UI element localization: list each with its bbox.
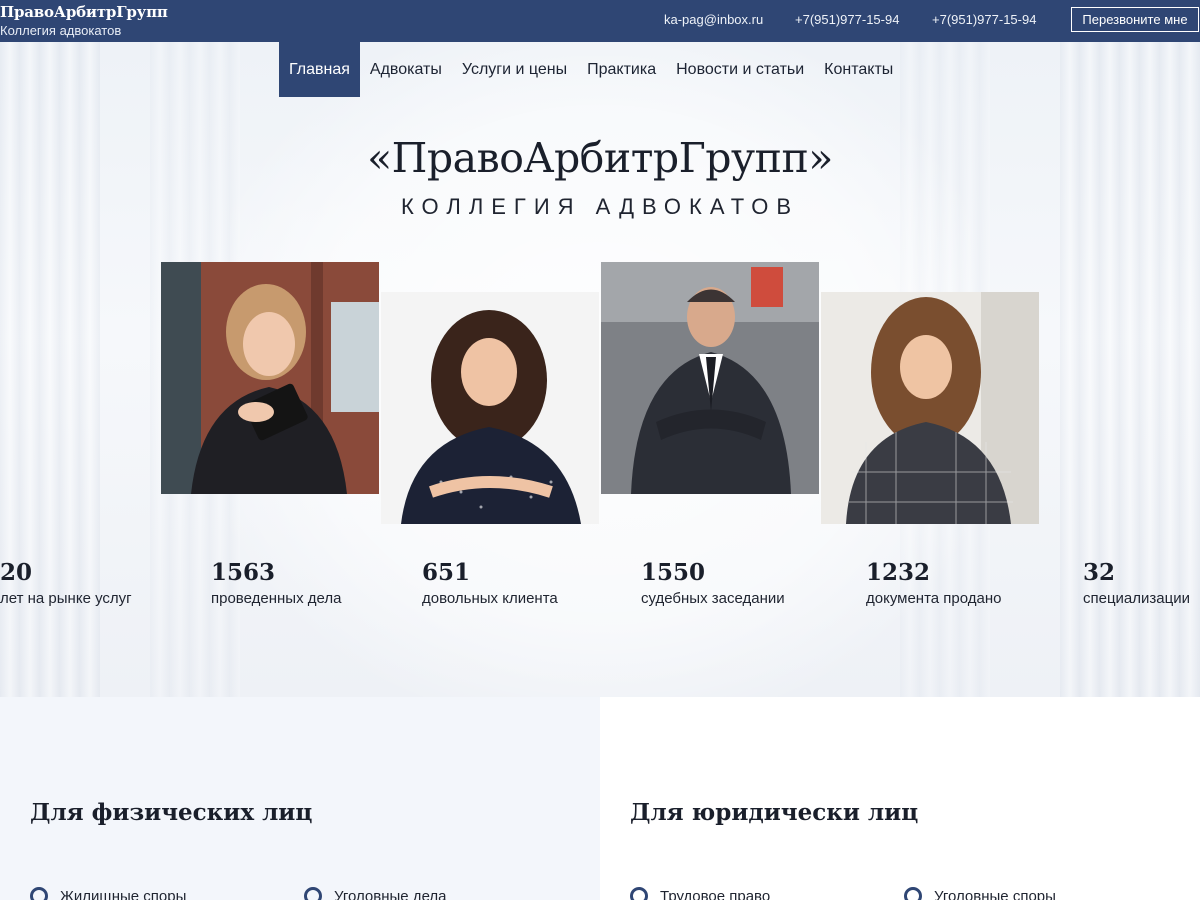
nav-item-home[interactable]: Главная	[279, 42, 360, 97]
lawyer-photo-2[interactable]	[381, 292, 599, 524]
nav-item-lawyers[interactable]: Адвокаты	[360, 42, 452, 97]
ring-bullet-icon	[630, 887, 648, 900]
service-item[interactable]: Трудовое право	[630, 887, 770, 900]
contact-phone-1[interactable]: +7(951)977-15-94	[795, 12, 899, 27]
stat-cases: 1563 проведенных дела	[211, 559, 342, 608]
stat-label: документа продано	[866, 590, 1002, 607]
stat-value: 20	[0, 559, 33, 586]
contact-email[interactable]: ka-pag@inbox.ru	[664, 12, 763, 27]
stat-value: 32	[1083, 559, 1116, 586]
contact-phone-2[interactable]: +7(951)977-15-94	[932, 12, 1036, 27]
stat-value: 1550	[641, 559, 706, 586]
ring-bullet-icon	[304, 887, 322, 900]
lawyer-photo-1[interactable]	[161, 262, 379, 494]
service-item-label: Уголовные дела	[334, 887, 447, 900]
service-item[interactable]: Уголовные дела	[304, 887, 447, 900]
stat-label: лет на рынке услуг	[0, 590, 132, 607]
ring-bullet-icon	[904, 887, 922, 900]
ring-bullet-icon	[30, 887, 48, 900]
main-nav: Главная Адвокаты Услуги и цены Практика …	[279, 42, 903, 97]
nav-item-contacts[interactable]: Контакты	[814, 42, 903, 97]
stat-clients: 651 довольных клиента	[422, 559, 558, 608]
service-item-label: Уголовные споры	[934, 887, 1056, 900]
stat-label: специализации	[1083, 590, 1190, 607]
hero-title: «ПравоАрбитрГрупп»	[367, 134, 833, 182]
stat-label: судебных заседании	[641, 590, 785, 607]
brand-name[interactable]: ПравоАрбитрГрупп	[0, 3, 168, 21]
stat-label: проведенных дела	[211, 590, 342, 607]
stat-specializations: 32 специализации	[1083, 559, 1190, 608]
service-item[interactable]: Уголовные споры	[904, 887, 1056, 900]
service-item[interactable]: Жилищные споры	[30, 887, 186, 900]
stat-value: 651	[422, 559, 471, 586]
stat-label: довольных клиента	[422, 590, 558, 607]
stat-hearings: 1550 судебных заседании	[641, 559, 785, 608]
stat-value: 1563	[211, 559, 276, 586]
stat-documents: 1232 документа продано	[866, 559, 1002, 608]
services-individuals-title: Для физических лиц	[30, 799, 313, 826]
stat-years: 20 лет на рынке услуг	[0, 559, 132, 608]
nav-item-practice[interactable]: Практика	[577, 42, 666, 97]
service-item-label: Трудовое право	[660, 887, 771, 900]
service-item-label: Жилищные споры	[60, 887, 187, 900]
nav-item-news[interactable]: Новости и статьи	[666, 42, 814, 97]
services-companies-panel: Для юридически лиц Трудовое право Уголов…	[600, 697, 1200, 900]
brand-subtitle: Коллегия адвокатов	[0, 23, 122, 38]
services-companies-title: Для юридически лиц	[630, 799, 919, 826]
top-bar: ПравоАрбитрГрупп Коллегия адвокатов ka-p…	[0, 0, 1200, 42]
callback-button[interactable]: Перезвоните мне	[1071, 7, 1199, 32]
services-individuals-panel: Для физических лиц Жилищные споры Уголов…	[0, 697, 600, 900]
lawyer-photo-4[interactable]	[821, 292, 1039, 524]
nav-item-services-prices[interactable]: Услуги и цены	[452, 42, 577, 97]
lawyer-photo-3[interactable]	[601, 262, 819, 494]
stat-value: 1232	[866, 559, 931, 586]
hero-subtitle: КОЛЛЕГИЯ АДВОКАТОВ	[400, 194, 800, 219]
